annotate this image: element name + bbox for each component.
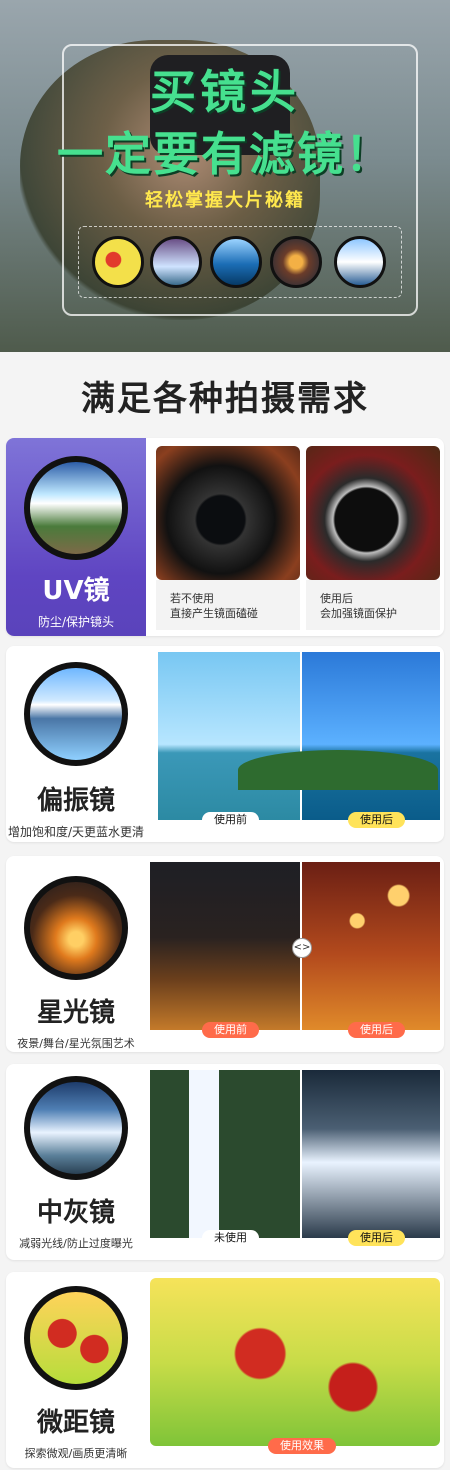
before-image <box>150 1070 300 1238</box>
after-image <box>302 1070 440 1238</box>
filter-name: UV镜 <box>42 576 110 606</box>
filter-description: 增加饱和度/天更蓝水更清 <box>7 825 145 839</box>
filter-name: 偏振镜 <box>36 786 115 816</box>
filter-card-polarizer: 偏振镜 增加饱和度/天更蓝水更清 使用前 使用后 <box>6 646 444 842</box>
uv-before-caption: 若不使用 直接产生镜面磕碰 <box>156 580 300 630</box>
caption-line: 若不使用 <box>170 592 214 605</box>
filter-description: 探索微观/画质更清晰 <box>24 1447 128 1460</box>
compare-slider-handle[interactable]: <> <box>292 938 312 958</box>
caption-line: 会加强镜面保护 <box>320 607 397 620</box>
thumb-night-lens <box>270 236 322 288</box>
filter-name: 中灰镜 <box>36 1198 115 1228</box>
filter-lens-image <box>24 662 128 766</box>
section-title: 满足各种拍摄需求 <box>0 352 450 438</box>
uv-before-image <box>156 446 300 580</box>
effect-badge: 使用效果 <box>268 1438 336 1454</box>
filter-info-panel: UV镜 防尘/保护镜头 <box>6 438 146 636</box>
filter-lens-image <box>24 1076 128 1180</box>
after-image <box>302 862 440 1030</box>
before-badge: 使用前 <box>202 1022 259 1038</box>
after-badge: 使用后 <box>348 1022 405 1038</box>
hero-title-line2: 一定要有滤镜！ <box>57 127 393 181</box>
thumb-waterfall-lens <box>150 236 202 288</box>
thumb-ladybug-lens <box>92 236 144 288</box>
caption-line: 直接产生镜面磕碰 <box>170 607 258 620</box>
uv-after-image <box>306 446 440 580</box>
macro-effect-image <box>150 1278 440 1446</box>
filter-name: 微距镜 <box>36 1408 115 1438</box>
hero-title-line1: 买镜头 <box>150 65 300 119</box>
caption-line: 使用后 <box>320 592 353 605</box>
hero-banner: 买镜头 一定要有滤镜！ 轻松掌握大片秘籍 <box>0 0 450 352</box>
uv-after-caption: 使用后 会加强镜面保护 <box>306 580 440 630</box>
filter-description: 减弱光线/防止过度曝光 <box>19 1237 133 1250</box>
after-badge: 使用后 <box>348 812 405 828</box>
before-image <box>158 652 300 820</box>
island-shape <box>238 750 438 790</box>
after-badge: 使用后 <box>348 1230 405 1246</box>
filter-name: 星光镜 <box>36 998 115 1028</box>
filter-lens-image <box>24 456 128 560</box>
filter-card-nd: 中灰镜 减弱光线/防止过度曝光 未使用 使用后 <box>6 1064 444 1260</box>
filter-description: 防尘/保护镜头 <box>37 615 115 629</box>
filter-info-panel: 星光镜 夜景/舞台/星光氛围艺术 <box>6 856 146 1052</box>
filter-card-uv: UV镜 防尘/保护镜头 若不使用 直接产生镜面磕碰 使用后 会加强镜面保护 <box>6 438 444 636</box>
thumb-mountain-lens <box>334 236 386 288</box>
filter-card-macro: 微距镜 探索微观/画质更清晰 使用效果 <box>6 1272 444 1468</box>
after-image <box>302 652 440 820</box>
filter-lens-image <box>24 1286 128 1390</box>
before-badge: 未使用 <box>202 1230 259 1246</box>
thumb-blue-water-lens <box>210 236 262 288</box>
filter-lens-image <box>24 876 128 980</box>
hero-subtitle: 轻松掌握大片秘籍 <box>145 190 305 211</box>
filter-card-star: 星光镜 夜景/舞台/星光氛围艺术 <> 使用前 使用后 <box>6 856 444 1052</box>
filter-info-panel: 微距镜 探索微观/画质更清晰 <box>6 1272 146 1468</box>
filter-info-panel: 中灰镜 减弱光线/防止过度曝光 <box>6 1064 146 1260</box>
before-badge: 使用前 <box>202 812 259 828</box>
before-image <box>150 862 300 1030</box>
filter-description: 夜景/舞台/星光氛围艺术 <box>17 1037 135 1050</box>
filter-info-panel: 偏振镜 增加饱和度/天更蓝水更清 <box>6 646 146 842</box>
